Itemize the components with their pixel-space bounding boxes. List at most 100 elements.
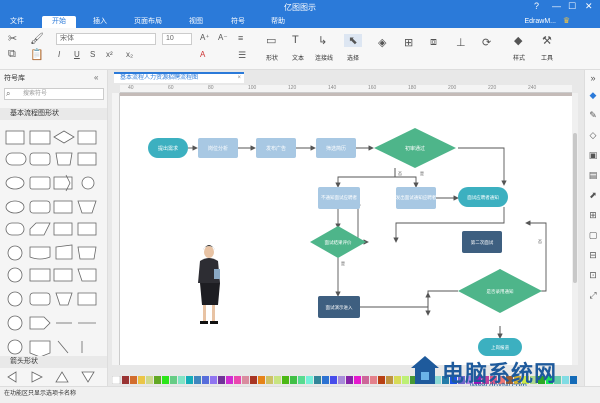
cut-icon[interactable]: ✂: [8, 32, 17, 45]
layers-icon[interactable]: ◈: [378, 36, 386, 49]
tab-insert[interactable]: 插入: [88, 16, 112, 28]
color-swatch[interactable]: [290, 376, 297, 384]
shape-icon[interactable]: ▭: [266, 34, 276, 47]
copy-icon[interactable]: ⧉: [8, 48, 16, 61]
color-swatch[interactable]: [298, 376, 305, 384]
export-icon[interactable]: ⬈: [588, 190, 598, 200]
color-swatch[interactable]: [250, 376, 257, 384]
expand-right-icon[interactable]: »: [588, 73, 598, 83]
shape-tool-label[interactable]: 形状: [262, 53, 282, 62]
color-swatch[interactable]: [402, 376, 409, 384]
vertical-scrollbar[interactable]: [572, 93, 578, 365]
color-swatch[interactable]: [242, 376, 249, 384]
select-icon[interactable]: ⬉: [344, 34, 362, 47]
section-basic-flowchart[interactable]: 基本流程图形状: [0, 108, 107, 120]
superscript-icon[interactable]: x²: [106, 50, 113, 59]
line-icon[interactable]: ✎: [588, 110, 598, 120]
color-swatch[interactable]: [266, 376, 273, 384]
layers-panel-icon[interactable]: ◇: [588, 130, 598, 140]
font-shrink-icon[interactable]: A⁻: [218, 33, 228, 42]
style-label[interactable]: 样式: [508, 53, 530, 62]
style-fill-icon[interactable]: ◆: [514, 34, 522, 47]
tab-page-layout[interactable]: 页面布局: [128, 16, 168, 28]
tools-icon[interactable]: ⚒: [542, 34, 552, 47]
color-swatch[interactable]: [330, 376, 337, 384]
tab-view[interactable]: 视图: [184, 16, 208, 28]
color-swatch[interactable]: [202, 376, 209, 384]
symbol-search-input[interactable]: 搜索符号: [4, 88, 104, 100]
subscript-icon[interactable]: x₂: [126, 50, 133, 59]
color-swatch[interactable]: [322, 376, 329, 384]
color-swatch[interactable]: [226, 376, 233, 384]
color-swatch[interactable]: [170, 376, 177, 384]
color-swatch[interactable]: [162, 376, 169, 384]
color-swatch[interactable]: [386, 376, 393, 384]
present-icon[interactable]: ▢: [588, 230, 598, 240]
paste-icon[interactable]: 📋: [30, 48, 44, 61]
strikethrough-icon[interactable]: S: [90, 50, 95, 59]
color-swatch[interactable]: [282, 376, 289, 384]
minimize-icon[interactable]: —: [552, 1, 561, 11]
user-name[interactable]: EdrawM...: [524, 16, 556, 28]
connector-icon[interactable]: ↳: [318, 34, 327, 47]
color-swatch[interactable]: [218, 376, 225, 384]
color-swatch[interactable]: [346, 376, 353, 384]
color-swatch[interactable]: [186, 376, 193, 384]
color-swatch[interactable]: [314, 376, 321, 384]
help-icon[interactable]: ?: [534, 1, 539, 11]
collapse-panel-icon[interactable]: «: [94, 73, 98, 82]
scrollbar-thumb[interactable]: [573, 133, 577, 283]
close-tab-icon[interactable]: ×: [237, 74, 241, 83]
color-swatch[interactable]: [122, 376, 129, 384]
tab-symbol[interactable]: 符号: [226, 16, 250, 28]
color-swatch[interactable]: [370, 376, 377, 384]
color-swatch[interactable]: [210, 376, 217, 384]
arrow-shape-gallery[interactable]: [4, 370, 102, 384]
color-swatch[interactable]: [130, 376, 137, 384]
data-icon[interactable]: ⊟: [588, 250, 598, 260]
text-tool-label[interactable]: 文本: [288, 53, 308, 62]
grid-icon[interactable]: ⊞: [588, 210, 598, 220]
color-swatch[interactable]: [274, 376, 281, 384]
color-swatch[interactable]: [154, 376, 161, 384]
color-swatch[interactable]: [138, 376, 145, 384]
color-swatch[interactable]: [194, 376, 201, 384]
fill-icon[interactable]: ◆: [588, 90, 598, 100]
italic-icon[interactable]: I: [58, 50, 60, 59]
font-color-icon[interactable]: A: [200, 50, 205, 59]
font-size-select[interactable]: 10: [162, 33, 192, 45]
list-icon[interactable]: ☰: [238, 50, 246, 61]
format-painter-icon[interactable]: 🖌: [30, 32, 44, 45]
tab-home[interactable]: 开始: [42, 16, 76, 28]
tools-label[interactable]: 工具: [536, 53, 558, 62]
document-tab[interactable]: 基本流程人力资源招聘流程图 ×: [114, 72, 244, 83]
rotate-icon[interactable]: ⟳: [482, 36, 491, 49]
page-icon[interactable]: ▤: [588, 170, 598, 180]
section-arrow-shapes[interactable]: 箭头形状: [0, 356, 107, 368]
underline-icon[interactable]: U: [74, 50, 80, 59]
align-icon[interactable]: ⊥: [456, 36, 466, 49]
image-icon[interactable]: ▣: [588, 150, 598, 160]
tab-help[interactable]: 帮助: [266, 16, 290, 28]
select-tool-label[interactable]: 选择: [342, 53, 364, 62]
color-swatch[interactable]: [234, 376, 241, 384]
history-icon[interactable]: ⊡: [588, 270, 598, 280]
group-icon[interactable]: ⧈: [430, 36, 437, 49]
drawing-canvas[interactable]: 提出需求 岗位分析 发布广告 筛选简历 初审通过 不通知面试应聘者 发出面试通知…: [120, 93, 572, 365]
color-swatch[interactable]: [354, 376, 361, 384]
color-swatch[interactable]: [146, 376, 153, 384]
color-swatch[interactable]: [378, 376, 385, 384]
close-icon[interactable]: ✕: [585, 1, 593, 12]
fit-page-icon[interactable]: ⤢: [588, 290, 598, 300]
align-center-icon[interactable]: ≡: [238, 33, 243, 43]
color-swatch[interactable]: [178, 376, 185, 384]
tab-file[interactable]: 文件: [6, 16, 28, 28]
color-swatch[interactable]: [258, 376, 265, 384]
font-family-select[interactable]: 宋体: [56, 33, 156, 45]
color-swatch[interactable]: [338, 376, 345, 384]
font-grow-icon[interactable]: A⁺: [200, 33, 210, 42]
shape-gallery[interactable]: [4, 127, 102, 365]
maximize-icon[interactable]: ☐: [568, 1, 576, 12]
color-swatch[interactable]: [362, 376, 369, 384]
color-swatch[interactable]: [394, 376, 401, 384]
